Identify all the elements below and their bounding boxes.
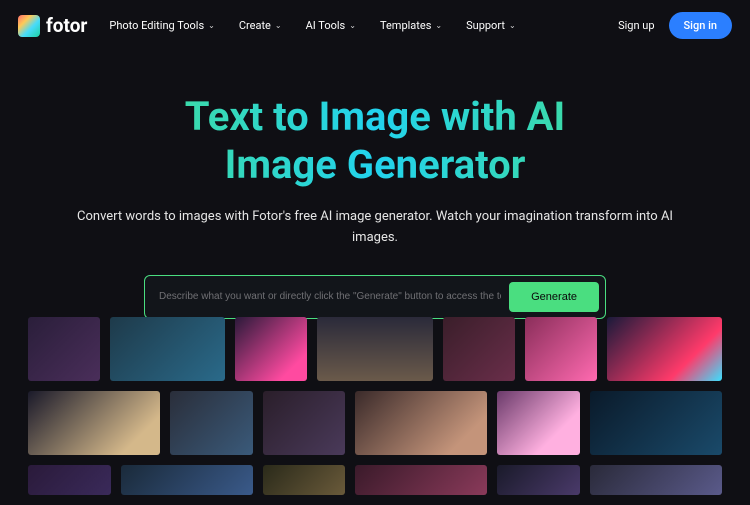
- gallery-tile[interactable]: [263, 391, 346, 455]
- gallery-tile[interactable]: [263, 465, 346, 495]
- nav-create[interactable]: Create ⌄: [239, 19, 282, 32]
- nav-label: Templates: [380, 19, 431, 32]
- gallery-tile[interactable]: [28, 391, 160, 455]
- gallery-tile[interactable]: [28, 317, 100, 381]
- gallery-tile[interactable]: [170, 391, 253, 455]
- gallery-tile[interactable]: [590, 465, 722, 495]
- gallery-tile[interactable]: [355, 465, 487, 495]
- chevron-down-icon: ⌄: [208, 21, 215, 30]
- gallery-tile[interactable]: [28, 465, 111, 495]
- main-header: fotor Photo Editing Tools ⌄ Create ⌄ AI …: [0, 0, 750, 51]
- brand-name: fotor: [46, 14, 87, 37]
- page-subtitle: Convert words to images with Fotor's fre…: [60, 207, 690, 249]
- gallery: [0, 305, 750, 505]
- page-title: Text to Image with AI Image Generator: [60, 93, 690, 189]
- gallery-tile[interactable]: [607, 317, 722, 381]
- gallery-tile[interactable]: [590, 391, 722, 455]
- gallery-tile[interactable]: [525, 317, 597, 381]
- chevron-down-icon: ⌄: [509, 21, 516, 30]
- nav-support[interactable]: Support ⌄: [466, 19, 516, 32]
- chevron-down-icon: ⌄: [349, 21, 356, 30]
- nav-label: Support: [466, 19, 505, 32]
- gallery-row: [28, 391, 722, 455]
- gallery-tile[interactable]: [121, 465, 253, 495]
- chevron-down-icon: ⌄: [275, 21, 282, 30]
- gallery-tile[interactable]: [443, 317, 515, 381]
- prompt-input[interactable]: [151, 287, 509, 306]
- gallery-tile[interactable]: [317, 317, 432, 381]
- gallery-tile[interactable]: [497, 465, 580, 495]
- gallery-tile[interactable]: [355, 391, 487, 455]
- gallery-tile[interactable]: [110, 317, 225, 381]
- logo-icon: [18, 15, 40, 37]
- gallery-tile[interactable]: [497, 391, 580, 455]
- nav-label: Photo Editing Tools: [109, 19, 204, 32]
- nav-label: Create: [239, 19, 271, 32]
- title-line-1: Text to Image with AI: [185, 93, 566, 140]
- signin-button[interactable]: Sign in: [669, 12, 732, 39]
- brand-logo[interactable]: fotor: [18, 14, 87, 37]
- gallery-row: [28, 317, 722, 381]
- nav-ai-tools[interactable]: AI Tools ⌄: [306, 19, 356, 32]
- nav-templates[interactable]: Templates ⌄: [380, 19, 442, 32]
- signup-link[interactable]: Sign up: [618, 19, 654, 32]
- gallery-tile[interactable]: [235, 317, 307, 381]
- title-line-2: Image Generator: [225, 141, 526, 188]
- gallery-row: [28, 465, 722, 495]
- nav-label: AI Tools: [306, 19, 346, 32]
- primary-nav: Photo Editing Tools ⌄ Create ⌄ AI Tools …: [109, 19, 596, 32]
- chevron-down-icon: ⌄: [435, 21, 442, 30]
- nav-photo-editing[interactable]: Photo Editing Tools ⌄: [109, 19, 214, 32]
- auth-actions: Sign up Sign in: [618, 12, 732, 39]
